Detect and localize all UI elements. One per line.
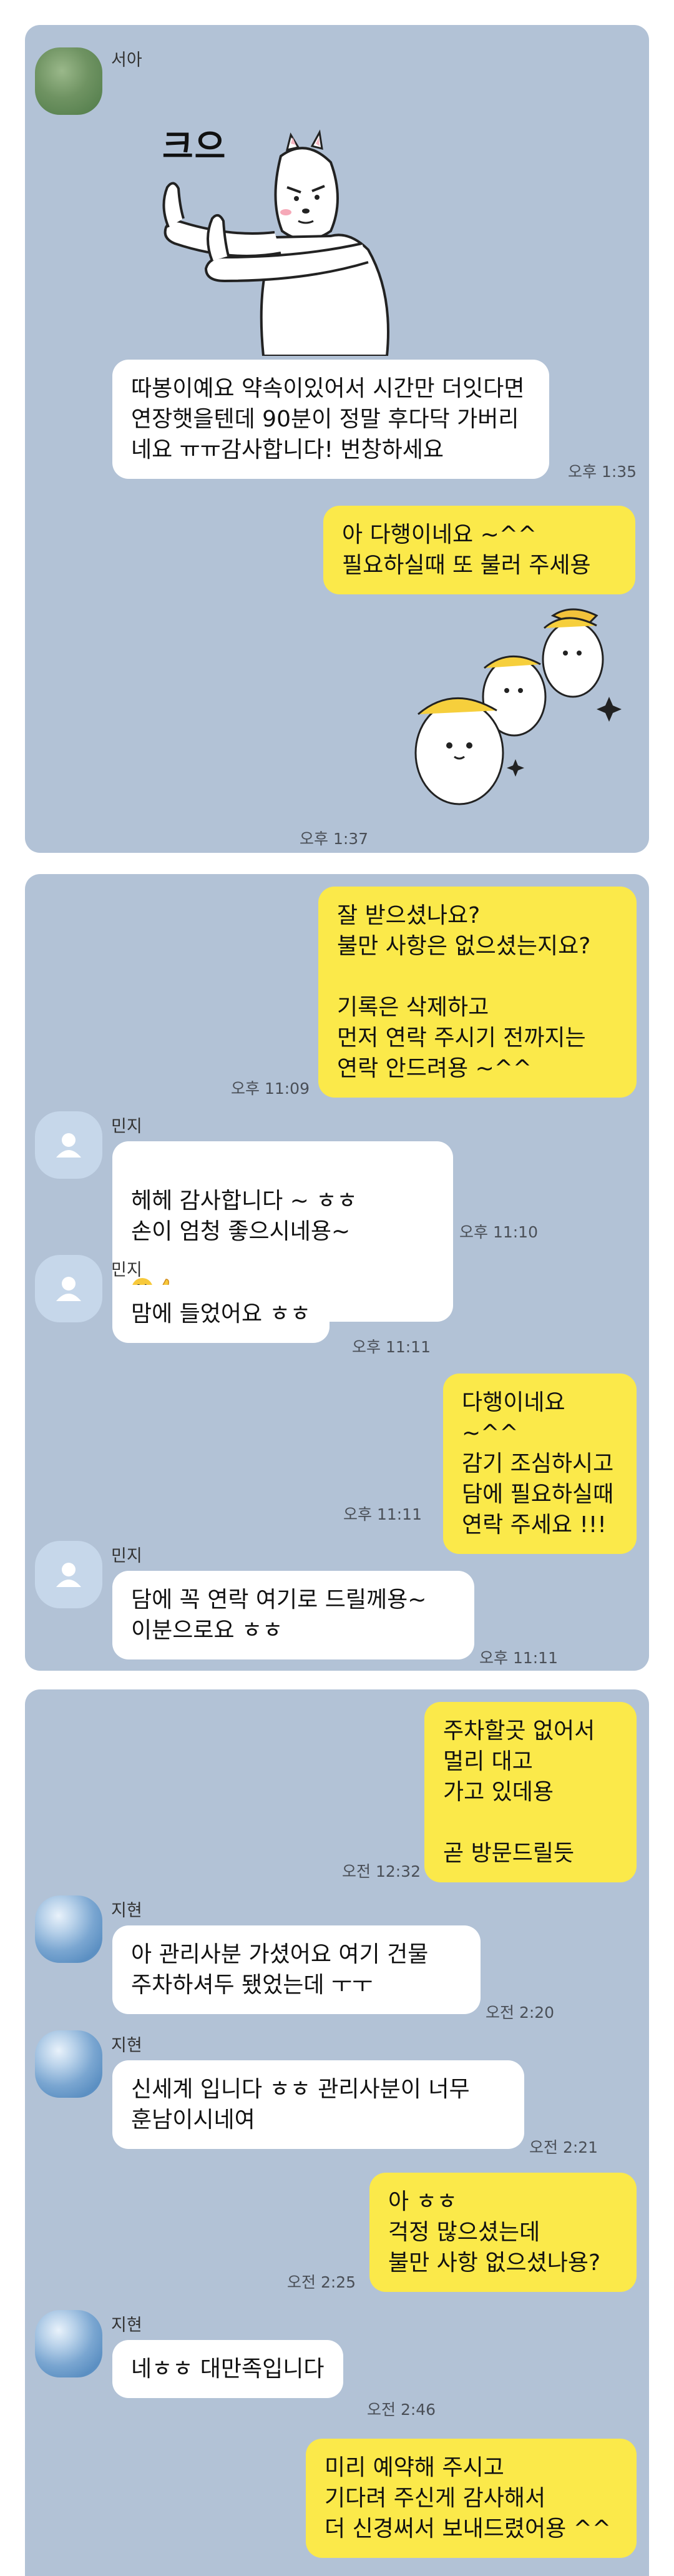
message-time: 오전 2:21 [529, 2138, 598, 2156]
sender-name: 지현 [111, 1901, 142, 1920]
message-text: 헤헤 감사합니다 ~ ㅎㅎ 손이 엄청 좋으시네용~ [131, 1188, 358, 1244]
sender-name: 서아 [111, 51, 142, 70]
message-time: 오후 11:10 [459, 1223, 538, 1241]
message-time: 오후 11:11 [352, 1338, 431, 1356]
default-profile-icon [56, 1563, 81, 1587]
message-time: 오전 2:20 [486, 2003, 555, 2022]
sticker-dancing-characters[interactable] [397, 603, 634, 828]
sender-name: 민지 [111, 1261, 142, 1280]
message-bubble-incoming[interactable]: 담에 꼭 연락 여기로 드릴께용~ 이분으로요 ㅎㅎ [112, 1571, 474, 1659]
sender-name: 지현 [111, 2036, 142, 2055]
message-bubble-incoming[interactable]: 따봉이예요 약속이있어서 시간만 더잇다면 연장햇을텐데 90분이 정말 후다닥… [112, 360, 549, 479]
message-time: 오후 11:09 [231, 1079, 310, 1098]
sticker-thumbs-up[interactable]: 크으 [100, 94, 399, 356]
message-bubble-incoming[interactable]: 아 관리사분 가셨어요 여기 건물 주차하셔두 됐었는데 ㅜㅜ [112, 1925, 481, 2014]
default-profile-icon [56, 1277, 81, 1301]
avatar-minji[interactable] [35, 1255, 102, 1322]
chat-screenshot-1: 서아 크으 따봉이예요 약속이있어서 시간만 더잇다면 연장햇을텐데 90분이 … [25, 25, 649, 853]
default-profile-icon [56, 1133, 81, 1158]
chat-screenshot-2: 잘 받으셨나요? 불만 사항은 없으셨는지요? 기록은 삭제하고 먼저 연락 주… [25, 874, 649, 1671]
avatar-minji[interactable] [35, 1541, 102, 1608]
sender-name: 지현 [111, 2316, 142, 2335]
avatar-seoa[interactable] [35, 47, 102, 115]
message-time: 오전 2:46 [367, 2401, 436, 2419]
bear-character-icon [162, 129, 389, 356]
avatar-jihyun[interactable] [35, 1895, 102, 1963]
message-bubble-outgoing[interactable]: 미리 예약해 주시고 기다려 주신게 감사해서 더 신경써서 보내드렸어용 ^^ [306, 2439, 637, 2558]
message-bubble-incoming[interactable]: 신세계 입니다 ㅎㅎ 관리사분이 너무 훈남이시네여 [112, 2060, 524, 2149]
avatar-minji[interactable] [35, 1111, 102, 1179]
message-bubble-incoming[interactable]: 네ㅎㅎ 대만족입니다 [112, 2340, 343, 2398]
avatar-jihyun[interactable] [35, 2030, 102, 2098]
message-bubble-outgoing[interactable]: 잘 받으셨나요? 불만 사항은 없으셨는지요? 기록은 삭제하고 먼저 연락 주… [318, 887, 637, 1098]
message-bubble-outgoing[interactable]: 아 다행이네요 ~^^ 필요하실때 또 불러 주세용 [323, 506, 635, 594]
message-bubble-outgoing[interactable]: 다행이네요 ~^^ 감기 조심하시고 담에 필요하실때 연락 주세요 !!! [443, 1374, 637, 1554]
message-time: 오후 11:11 [343, 1505, 422, 1523]
message-time: 오후 1:35 [568, 463, 637, 481]
sender-name: 민지 [111, 1117, 142, 1136]
message-bubble-outgoing[interactable]: 주차할곳 없어서 멀리 대고 가고 있데용 곧 방문드릴듯 [424, 1702, 637, 1882]
message-time: 오후 11:11 [479, 1649, 558, 1667]
message-bubble-incoming[interactable]: 맘에 들었어요 ㅎㅎ [112, 1285, 330, 1343]
chat-screenshot-3: 주차할곳 없어서 멀리 대고 가고 있데용 곧 방문드릴듯 오전 12:32 지… [25, 1689, 649, 2576]
message-time: 오전 2:25 [287, 2273, 356, 2291]
sender-name: 민지 [111, 1546, 142, 1566]
message-bubble-outgoing[interactable]: 아 ㅎㅎ 걱정 많으셨는데 불만 사항 없으셨나용? [369, 2173, 637, 2292]
avatar-jihyun[interactable] [35, 2310, 102, 2377]
message-time: 오후 1:37 [300, 830, 369, 848]
message-time: 오전 12:32 [342, 1862, 421, 1880]
